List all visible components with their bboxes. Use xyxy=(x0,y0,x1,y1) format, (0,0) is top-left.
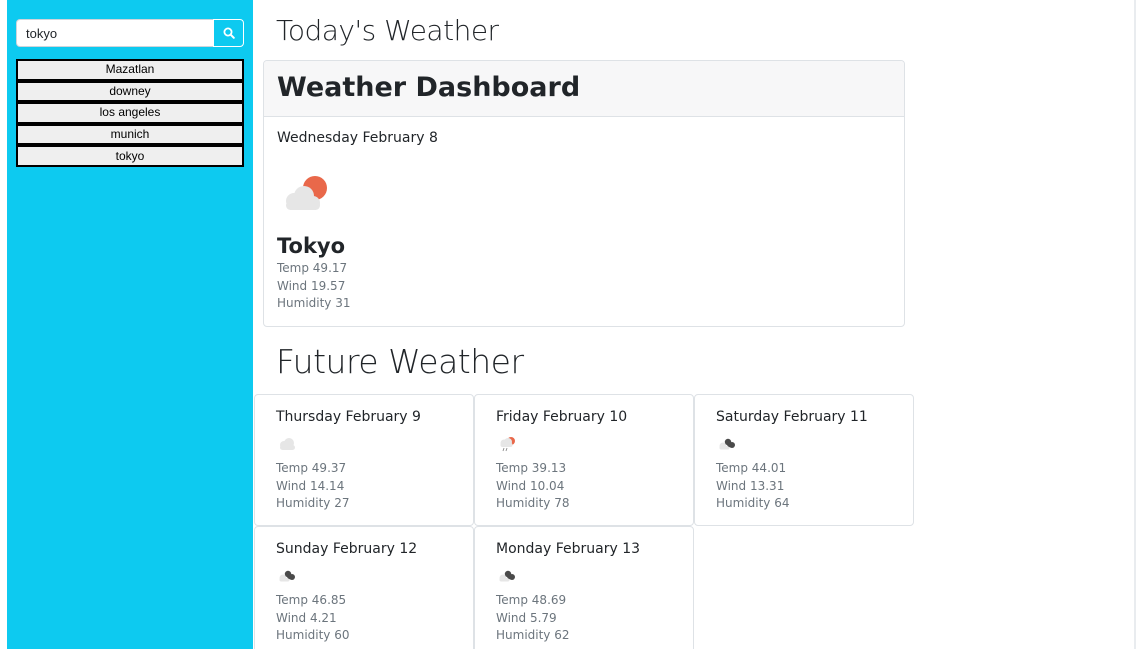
forecast-date: Sunday February 12 xyxy=(276,541,418,557)
forecast-temp: Temp 39.13 xyxy=(496,461,567,475)
forecast-date: Friday February 10 xyxy=(496,409,628,425)
forecast-humidity: Humidity 78 xyxy=(496,496,570,510)
today-card-body: Wednesday February 8 Tokyo Temp 49.17 Wi… xyxy=(264,117,904,325)
search-input[interactable] xyxy=(16,19,213,47)
forecast-card: Thursday February 9 Temp 49.37 Wind 14.1… xyxy=(254,394,474,526)
forecast-humidity: Humidity 60 xyxy=(276,628,350,642)
forecast-wind: Wind 13.31 xyxy=(716,478,785,493)
city-name: Tokyo xyxy=(277,234,346,258)
search-icon xyxy=(223,27,235,39)
search-history: Mazatlan downey los angeles munich tokyo xyxy=(16,59,244,167)
page-gutter xyxy=(0,0,7,649)
future-section-title: Future Weather xyxy=(276,342,524,381)
history-item-los-angeles[interactable]: los angeles xyxy=(16,102,244,124)
forecast-humidity: Humidity 64 xyxy=(716,496,790,510)
forecast-humidity: Humidity 62 xyxy=(496,628,570,642)
forecast-date: Thursday February 9 xyxy=(276,409,421,425)
today-date: Wednesday February 8 xyxy=(277,130,438,146)
forecast-humidity: Humidity 27 xyxy=(276,496,350,510)
forecast-temp: Temp 46.85 xyxy=(276,593,347,607)
forecast-wind: Wind 10.04 xyxy=(496,478,565,493)
forecast-temp: Temp 49.37 xyxy=(276,461,347,475)
forecast-wind: Wind 14.14 xyxy=(276,478,345,493)
rain-sun-icon xyxy=(500,437,515,452)
cloud-icon xyxy=(280,438,295,450)
history-item-downey[interactable]: downey xyxy=(16,80,244,103)
forecast-card: Sunday February 12 Temp 46.85 Wind 4.21 … xyxy=(254,526,474,649)
forecast-wind: Wind 4.21 xyxy=(276,610,337,625)
broken-clouds-icon xyxy=(279,570,295,582)
today-card-header: Weather Dashboard xyxy=(264,61,904,117)
forecast-temp: Temp 48.69 xyxy=(496,593,567,607)
sidebar: Mazatlan downey los angeles munich tokyo xyxy=(7,0,253,649)
today-temp: Temp 49.17 xyxy=(277,261,348,275)
broken-clouds-icon xyxy=(499,570,515,582)
broken-clouds-icon xyxy=(719,438,735,450)
today-section-title: Today's Weather xyxy=(276,14,499,47)
dashboard-title: Weather Dashboard xyxy=(277,72,581,103)
history-item-tokyo[interactable]: tokyo xyxy=(16,145,244,167)
search-form xyxy=(16,19,244,47)
forecast-date: Saturday February 11 xyxy=(716,409,868,425)
today-card: Weather Dashboard Wednesday February 8 T… xyxy=(263,60,905,327)
forecast-card: Friday February 10 Temp 39.13 Wind 10.04… xyxy=(474,394,694,526)
history-item-munich[interactable]: munich xyxy=(16,123,244,146)
search-button[interactable] xyxy=(213,19,244,47)
forecast-card: Monday February 13 Temp 48.69 Wind 5.79 … xyxy=(474,526,694,649)
today-wind: Wind 19.57 xyxy=(277,278,346,293)
forecast-card: Saturday February 11 Temp 44.01 Wind 13.… xyxy=(694,394,914,526)
today-humidity: Humidity 31 xyxy=(277,296,351,310)
partly-cloudy-day-icon xyxy=(286,176,327,210)
forecast-temp: Temp 44.01 xyxy=(716,461,787,475)
forecast-wind: Wind 5.79 xyxy=(496,610,557,625)
forecast-date: Monday February 13 xyxy=(496,541,641,557)
history-item-mazatlan[interactable]: Mazatlan xyxy=(16,59,244,81)
